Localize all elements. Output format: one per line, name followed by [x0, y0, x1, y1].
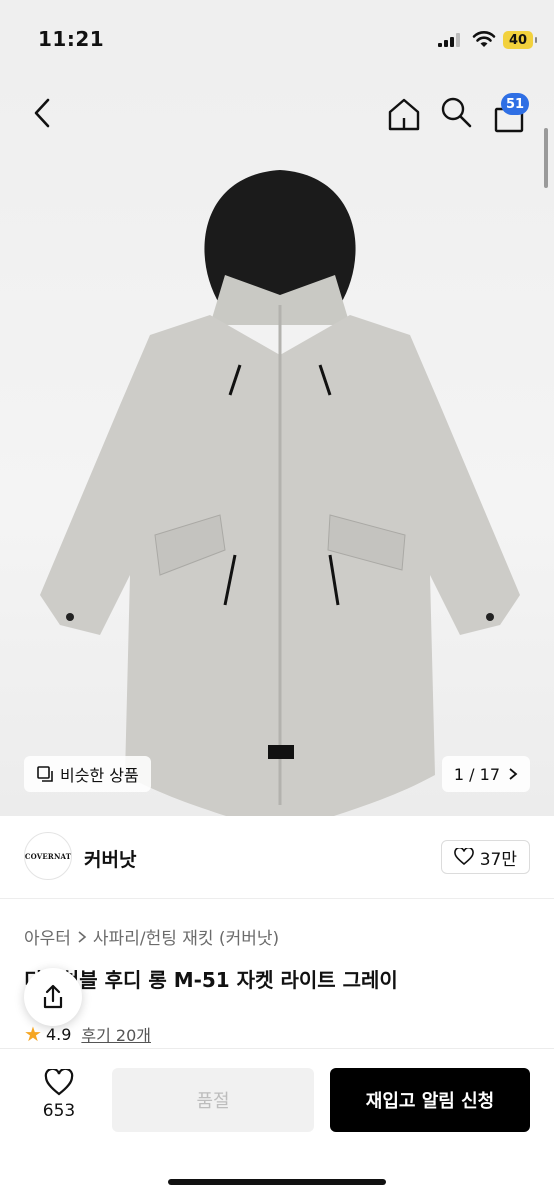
breadcrumb-category[interactable]: 아우터	[24, 924, 71, 949]
rating-value: 4.9	[45, 1024, 72, 1044]
wifi-icon	[472, 31, 496, 47]
home-indicator	[168, 1179, 386, 1185]
scrollbar[interactable]	[544, 128, 548, 188]
home-icon[interactable]	[384, 94, 424, 134]
back-icon[interactable]	[28, 96, 56, 130]
bottom-action-bar: 653 품절 재입고 알림 신청	[0, 1048, 554, 1200]
chevron-right-icon	[509, 768, 518, 780]
image-pager[interactable]: 1 / 17	[441, 756, 530, 792]
chevron-right-icon	[78, 930, 87, 943]
product-gallery[interactable]: 51 비슷한 상품 1 / 17	[0, 70, 554, 816]
cart-count-badge: 51	[501, 93, 530, 115]
star-icon: ★	[24, 1022, 42, 1046]
share-icon	[43, 984, 63, 1009]
wishlist-button[interactable]: 653	[34, 1069, 84, 1129]
soldout-button[interactable]: 품절	[112, 1068, 314, 1132]
brand-like-count: 37만	[479, 849, 517, 870]
breadcrumb[interactable]: 아우터 사파리/헌팅 재킷 (커버낫)	[24, 924, 279, 949]
brand-name[interactable]: 커버낫	[84, 845, 136, 872]
copy-icon	[37, 766, 53, 782]
status-bar: 11:21 40	[0, 0, 554, 70]
brand-row[interactable]: COVERNAT 커버낫 37만	[0, 832, 554, 884]
search-icon[interactable]	[438, 94, 474, 130]
status-time: 11:21	[38, 27, 105, 51]
heart-icon	[453, 848, 474, 866]
rating-row[interactable]: ★ 4.9 후기 20개	[24, 1022, 151, 1046]
divider	[0, 898, 554, 899]
review-link[interactable]: 후기 20개	[81, 1022, 151, 1046]
brand-like-button[interactable]: 37만	[440, 840, 530, 874]
restock-notify-button[interactable]: 재입고 알림 신청	[330, 1068, 530, 1132]
product-image	[40, 170, 520, 816]
wishlist-count: 653	[42, 1101, 76, 1121]
brand-logo[interactable]: COVERNAT	[24, 832, 72, 880]
share-button[interactable]	[24, 968, 82, 1026]
heart-icon	[44, 1069, 74, 1096]
breadcrumb-subcategory[interactable]: 사파리/헌팅 재킷 (커버낫)	[93, 924, 279, 949]
similar-products-label: 비슷한 상품	[60, 766, 139, 785]
similar-products-button[interactable]: 비슷한 상품	[24, 756, 151, 792]
battery-indicator: 40	[503, 31, 537, 49]
signal-icon	[438, 33, 460, 47]
pager-text: 1 / 17	[453, 764, 500, 784]
